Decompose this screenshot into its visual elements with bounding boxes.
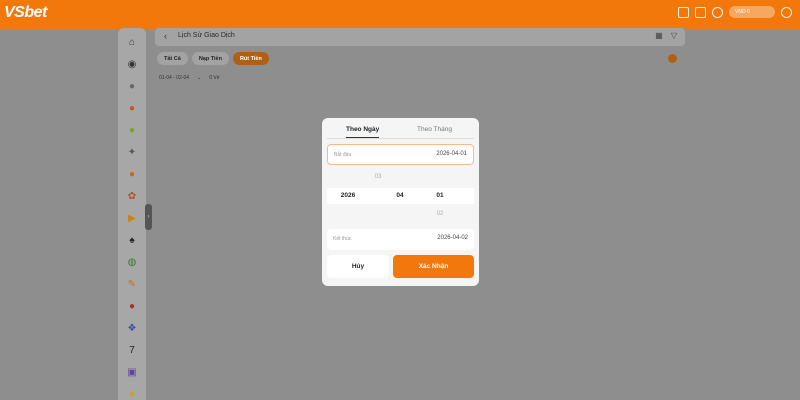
basketball-icon[interactable]: ● xyxy=(126,103,138,115)
picker-day: 02 xyxy=(436,211,444,217)
gift-icon[interactable] xyxy=(695,6,706,18)
lottery-icon[interactable]: ✿ xyxy=(126,191,138,203)
end-date-value: 2026-04-02 xyxy=(437,235,468,241)
cards-icon[interactable]: ♠ xyxy=(126,235,138,247)
home-icon[interactable]: ⌂ xyxy=(126,37,138,49)
sports-icon[interactable]: ◉ xyxy=(126,59,138,71)
date-picker-modal: Theo Ngày Theo Tháng Bắt đầu 2026-04-01 … xyxy=(322,118,479,286)
picker-day: 01 xyxy=(436,192,444,199)
picker-month: 04 xyxy=(396,192,404,199)
filter-icon[interactable]: ▽ xyxy=(671,31,677,40)
picker-year: 2026 xyxy=(340,192,356,199)
status-filter[interactable]: 0 Vé xyxy=(209,75,219,81)
seven-icon[interactable]: 7 xyxy=(126,345,138,357)
tab-by-month[interactable]: Theo Tháng xyxy=(417,126,452,133)
picker-row-above[interactable]: 03 xyxy=(327,170,474,186)
fishing-icon[interactable]: ● xyxy=(126,301,138,313)
cockfight-icon[interactable]: ✎ xyxy=(126,279,138,291)
balance-pill[interactable]: VND 0 xyxy=(729,6,775,18)
volleyball-icon[interactable]: ● xyxy=(126,169,138,181)
casino-chip-icon[interactable]: ◍ xyxy=(126,257,138,269)
video-icon[interactable]: ▶ xyxy=(126,213,138,225)
soccer-icon[interactable]: ● xyxy=(126,81,138,93)
logo[interactable]: VSbet xyxy=(4,4,47,22)
back-arrow-icon[interactable]: ‹ xyxy=(164,31,167,41)
start-date-field[interactable]: Bắt đầu 2026-04-01 xyxy=(327,144,474,165)
calendar-icon[interactable]: ▦ xyxy=(655,31,663,40)
date-picker-button[interactable] xyxy=(668,54,677,63)
slots-icon[interactable]: ❖ xyxy=(126,323,138,335)
date-range-filter[interactable]: 01-04 - 02-04 xyxy=(159,75,189,81)
headset-icon[interactable] xyxy=(712,6,723,18)
tab-by-day[interactable]: Theo Ngày xyxy=(346,126,379,133)
end-date-field[interactable]: Kết thúc 2026-04-02 xyxy=(327,229,474,250)
confirm-button[interactable]: Xác Nhận xyxy=(393,255,474,278)
modal-tabs: Theo Ngày Theo Tháng xyxy=(322,118,479,140)
deposit-icon[interactable] xyxy=(678,6,689,18)
picker-day: 03 xyxy=(374,174,382,180)
coin-icon[interactable]: ● xyxy=(126,389,138,400)
transaction-tabs: Tất Cả Nạp Tiền Rút Tiền xyxy=(157,52,269,65)
tab-deposit[interactable]: Nạp Tiền xyxy=(191,52,229,65)
tab-all[interactable]: Tất Cả xyxy=(157,52,188,65)
top-bar: VSbet VND 0 xyxy=(0,0,800,30)
sidebar-collapse-handle[interactable]: › xyxy=(145,204,152,230)
start-date-value: 2026-04-01 xyxy=(436,151,467,157)
page-header: ‹ Lịch Sử Giao Dịch ▦ ▽ xyxy=(155,28,685,46)
picker-row-selected[interactable]: 2026 04 01 xyxy=(327,188,474,204)
start-date-label: Bắt đầu xyxy=(334,152,352,158)
tab-divider xyxy=(327,138,474,139)
tennis-icon[interactable]: ● xyxy=(126,125,138,137)
esports-icon[interactable]: ✦ xyxy=(126,147,138,159)
page-title: Lịch Sử Giao Dịch xyxy=(178,32,235,39)
chevron-down-icon: ⌄ xyxy=(197,75,202,81)
picker-row-below[interactable]: 02 xyxy=(327,207,474,223)
cancel-button[interactable]: Hủy xyxy=(327,255,389,278)
tab-withdraw[interactable]: Rút Tiền xyxy=(232,52,269,65)
user-icon[interactable] xyxy=(781,6,792,18)
end-date-label: Kết thúc xyxy=(333,236,352,242)
sidebar: ⌂ ◉ ● ● ● ✦ ● ✿ ▶ ♠ ◍ ✎ ● ❖ 7 ▣ ● xyxy=(118,28,146,400)
filter-row: 01-04 - 02-04 ⌄ 0 Vé xyxy=(159,75,220,81)
top-bar-actions: VND 0 xyxy=(678,6,792,18)
dice-icon[interactable]: ▣ xyxy=(126,367,138,379)
